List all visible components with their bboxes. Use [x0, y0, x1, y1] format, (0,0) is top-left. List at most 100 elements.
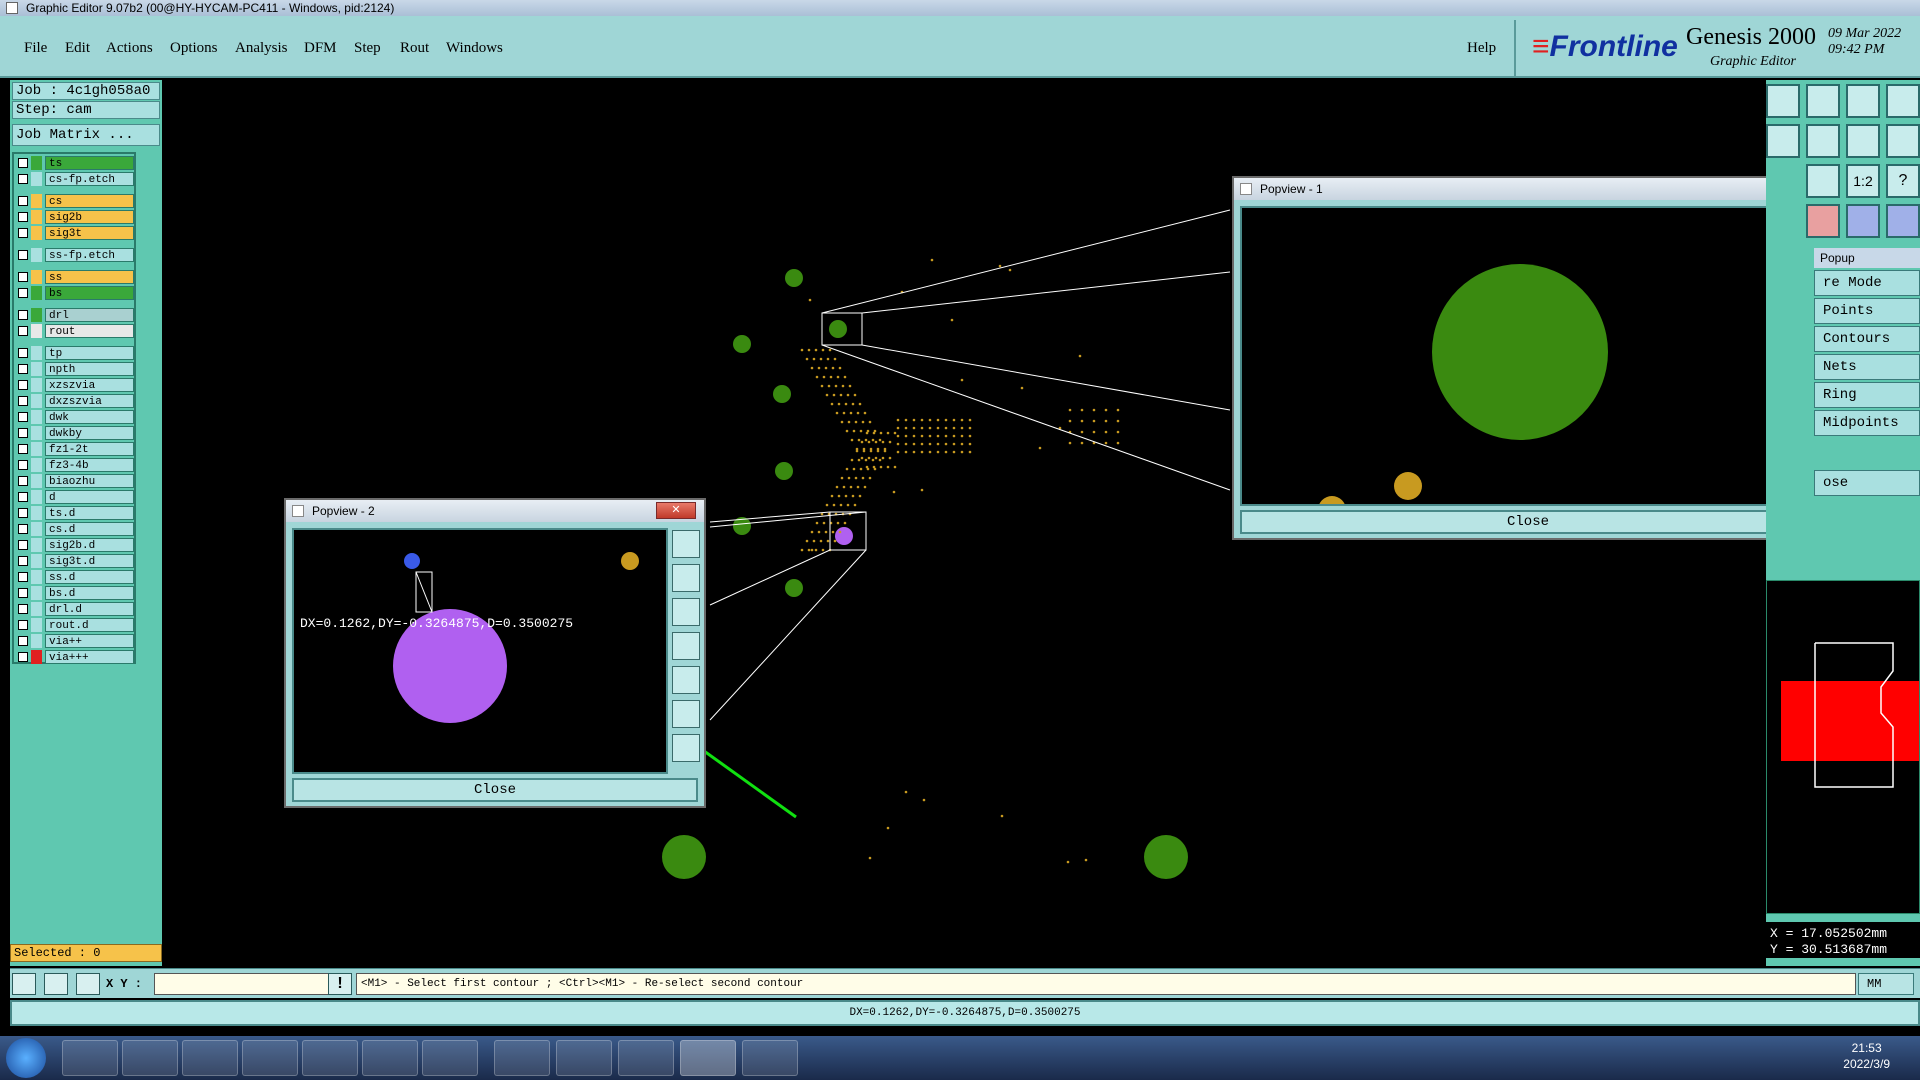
- job-matrix-button[interactable]: Job Matrix ...: [12, 124, 160, 146]
- layer-checkbox[interactable]: [18, 620, 28, 630]
- layer-item[interactable]: cs-fp.etch: [16, 172, 134, 186]
- layer-checkbox[interactable]: [18, 492, 28, 502]
- pan-up-icon[interactable]: [672, 564, 700, 592]
- tool-layer-icon[interactable]: [1846, 204, 1880, 238]
- zoom-fit-icon[interactable]: [672, 530, 700, 558]
- layer-checkbox[interactable]: [18, 588, 28, 598]
- layer-checkbox[interactable]: [18, 604, 28, 614]
- pan-right-icon[interactable]: [672, 666, 700, 694]
- mode-points[interactable]: Points: [1814, 298, 1920, 324]
- layer-item[interactable]: tp: [16, 346, 134, 360]
- popview-2-close-icon[interactable]: ✕: [656, 502, 696, 519]
- layer-item[interactable]: dwkby: [16, 426, 134, 440]
- layer-checkbox[interactable]: [18, 348, 28, 358]
- layer-item[interactable]: rout: [16, 324, 134, 338]
- popview-2-canvas[interactable]: DX=0.1262,DY=-0.3264875,D=0.3500275: [292, 528, 668, 774]
- menu-windows[interactable]: Windows: [446, 40, 503, 57]
- tool-net-icon[interactable]: [1806, 204, 1840, 238]
- mode-contours[interactable]: Contours: [1814, 326, 1920, 352]
- menu-help[interactable]: Help: [1467, 40, 1496, 57]
- popview-2-close-button[interactable]: Close: [292, 778, 698, 802]
- pan-left-icon[interactable]: [672, 632, 700, 660]
- taskbar-save-icon[interactable]: [182, 1040, 238, 1076]
- unit-selector[interactable]: MM: [1858, 973, 1914, 995]
- grid-icon[interactable]: [76, 973, 100, 995]
- layer-item[interactable]: ts.d: [16, 506, 134, 520]
- pan-down-icon[interactable]: [672, 598, 700, 626]
- layer-checkbox[interactable]: [18, 380, 28, 390]
- layer-checkbox[interactable]: [18, 250, 28, 260]
- layer-checkbox[interactable]: [18, 524, 28, 534]
- layer-checkbox[interactable]: [18, 572, 28, 582]
- layer-item[interactable]: bs: [16, 286, 134, 300]
- popview-1-window[interactable]: Popview - 1 ✕ Close: [1232, 176, 1818, 540]
- layer-checkbox[interactable]: [18, 412, 28, 422]
- menu-actions[interactable]: Actions: [106, 40, 153, 57]
- layer-checkbox[interactable]: [18, 444, 28, 454]
- taskbar-word-icon[interactable]: [556, 1040, 612, 1076]
- layer-item[interactable]: xzszvia: [16, 378, 134, 392]
- menu-step[interactable]: Step: [354, 40, 381, 57]
- layer-item[interactable]: d: [16, 490, 134, 504]
- tool-window-icon[interactable]: [1886, 84, 1920, 118]
- layer-checkbox[interactable]: [18, 174, 28, 184]
- layer-item[interactable]: fz3-4b: [16, 458, 134, 472]
- layer-checkbox[interactable]: [18, 272, 28, 282]
- layer-checkbox[interactable]: [18, 310, 28, 320]
- cursor-mode-icon[interactable]: [12, 973, 36, 995]
- tool-help-icon[interactable]: ?: [1886, 164, 1920, 198]
- layer-item[interactable]: ss.d: [16, 570, 134, 584]
- tool-shape-icon[interactable]: [1886, 124, 1920, 158]
- tool-fit-icon[interactable]: [1806, 164, 1840, 198]
- menu-rout[interactable]: Rout: [400, 40, 429, 57]
- popview-2-window[interactable]: Popview - 2 ✕ DX=0.1262,DY=-0.3264875,D=…: [284, 498, 706, 808]
- popview-1-canvas[interactable]: [1240, 206, 1780, 524]
- menu-edit[interactable]: Edit: [65, 40, 90, 57]
- taskbar-g-app-icon[interactable]: [242, 1040, 298, 1076]
- layer-item[interactable]: dxzszvia: [16, 394, 134, 408]
- tool-scale-icon[interactable]: 1:2: [1846, 164, 1880, 198]
- tool-open-icon[interactable]: [1766, 84, 1800, 118]
- tool-home-icon[interactable]: [1846, 84, 1880, 118]
- layer-item[interactable]: via+++: [16, 650, 134, 664]
- layer-checkbox[interactable]: [18, 508, 28, 518]
- layer-checkbox[interactable]: [18, 364, 28, 374]
- layer-item[interactable]: rout.d: [16, 618, 134, 632]
- layer-checkbox[interactable]: [18, 556, 28, 566]
- layer-checkbox[interactable]: [18, 228, 28, 238]
- taskbar-shell-icon[interactable]: [62, 1040, 118, 1076]
- layer-item[interactable]: sig3t.d: [16, 554, 134, 568]
- layer-checkbox[interactable]: [18, 326, 28, 336]
- minimap[interactable]: [1766, 580, 1920, 914]
- taskbar-notepad-icon[interactable]: [122, 1040, 178, 1076]
- taskbar-eye2-icon[interactable]: [742, 1040, 798, 1076]
- zoom-out-icon[interactable]: [672, 734, 700, 762]
- layer-checkbox[interactable]: [18, 636, 28, 646]
- layer-item[interactable]: sig3t: [16, 226, 134, 240]
- layer-item[interactable]: sig2b: [16, 210, 134, 224]
- layer-checkbox[interactable]: [18, 158, 28, 168]
- mode-nets[interactable]: Nets: [1814, 354, 1920, 380]
- tool-layer2-icon[interactable]: [1886, 204, 1920, 238]
- layer-item[interactable]: dwk: [16, 410, 134, 424]
- layer-checkbox[interactable]: [18, 460, 28, 470]
- zoom-in-icon[interactable]: [672, 700, 700, 728]
- popup-close-button[interactable]: ose: [1814, 470, 1920, 496]
- layer-item[interactable]: ss-fp.etch: [16, 248, 134, 262]
- taskbar-pdf-icon[interactable]: [494, 1040, 550, 1076]
- menu-file[interactable]: File: [24, 40, 47, 57]
- layer-item[interactable]: ss: [16, 270, 134, 284]
- layer-item[interactable]: via++: [16, 634, 134, 648]
- layer-item[interactable]: cs: [16, 194, 134, 208]
- xy-input[interactable]: [154, 973, 330, 995]
- layer-item[interactable]: drl: [16, 308, 134, 322]
- popview-1-close-button[interactable]: Close: [1240, 510, 1816, 534]
- layer-checkbox[interactable]: [18, 396, 28, 406]
- layer-item[interactable]: cs.d: [16, 522, 134, 536]
- layer-item[interactable]: fz1-2t: [16, 442, 134, 456]
- snap-mode-icon[interactable]: [44, 973, 68, 995]
- layer-item[interactable]: ts: [16, 156, 134, 170]
- tool-right-icon[interactable]: [1806, 124, 1840, 158]
- taskbar-eye-icon[interactable]: [618, 1040, 674, 1076]
- tool-save-icon[interactable]: [1806, 84, 1840, 118]
